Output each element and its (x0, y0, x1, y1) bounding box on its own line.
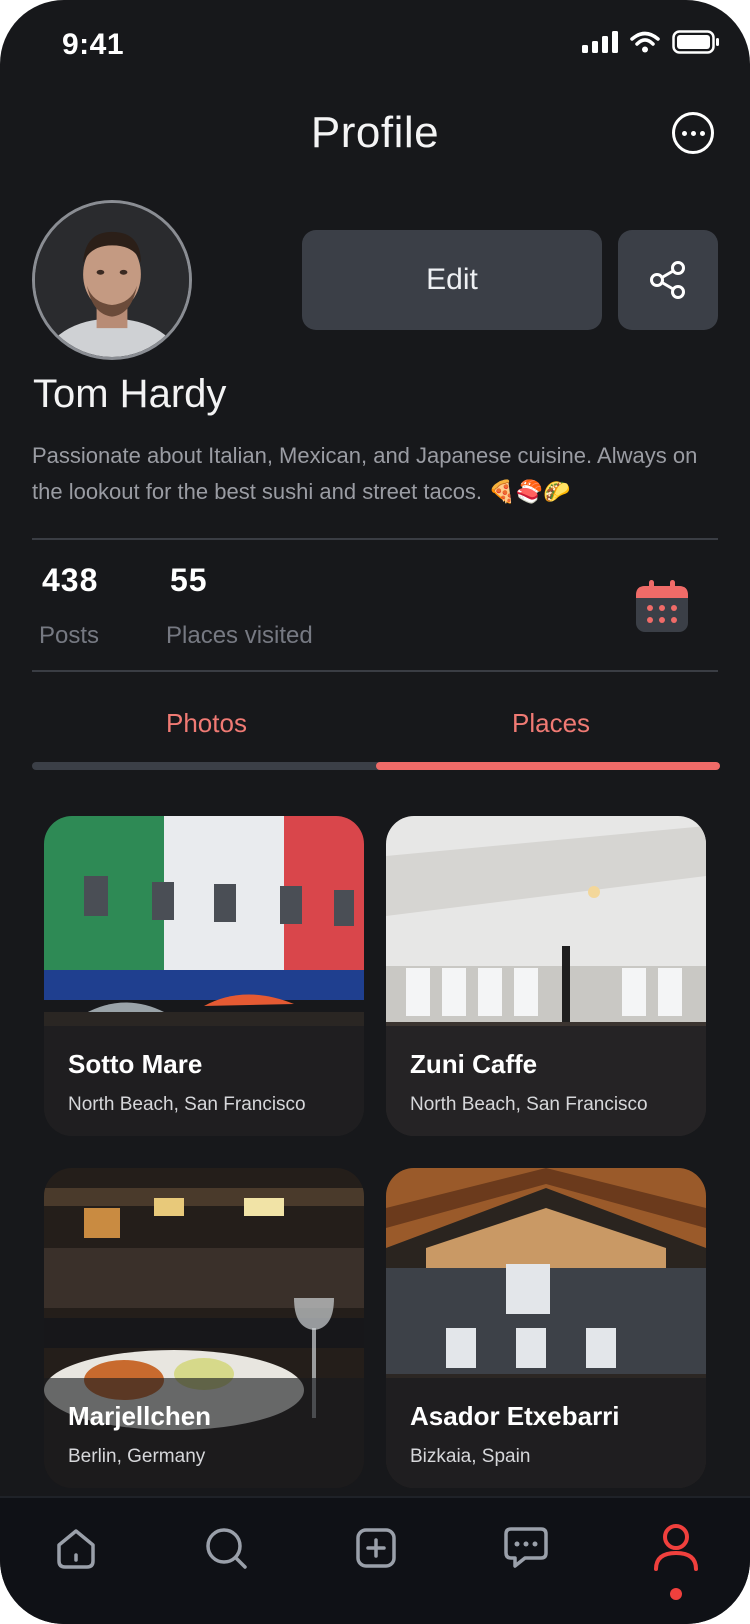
nav-home[interactable] (50, 1522, 102, 1574)
chat-icon (504, 1527, 548, 1568)
nav-profile[interactable] (650, 1522, 702, 1574)
more-icon (681, 130, 687, 136)
share-icon (650, 261, 685, 299)
battery-icon (672, 30, 719, 54)
wifi-icon (630, 31, 660, 53)
share-button[interactable] (618, 230, 718, 330)
places-visited-label: Places visited (166, 622, 313, 649)
profile-screen: 9:41 Profile Edit Tom Hardy Passionate a… (0, 0, 750, 1624)
tab-places[interactable]: Places (512, 708, 590, 739)
place-location: Bizkaia, Spain (410, 1446, 531, 1467)
calendar-icon (636, 580, 688, 632)
nav-search[interactable] (200, 1522, 252, 1574)
bottom-nav (0, 1496, 750, 1624)
card-overlay (44, 1026, 364, 1136)
home-icon (57, 1529, 95, 1569)
profile-icon (654, 1524, 698, 1571)
signal-icon (582, 31, 618, 53)
place-name: Sotto Mare (68, 1049, 203, 1079)
nav-messages[interactable] (500, 1522, 552, 1574)
calendar-button[interactable] (634, 580, 690, 634)
profile-bio: Passionate about Italian, Mexican, and J… (32, 443, 698, 504)
more-options-button[interactable] (672, 112, 714, 154)
posts-count: 438 (42, 562, 99, 598)
place-name: Marjellchen (68, 1401, 212, 1431)
place-card[interactable]: Asador Etxebarri Bizkaia, Spain (386, 1168, 706, 1488)
place-card[interactable]: Sotto Mare North Beach, San Francisco (44, 816, 364, 1136)
status-icons (582, 30, 720, 54)
card-overlay (386, 1026, 706, 1136)
places-visited-count: 55 (170, 562, 208, 598)
add-icon (356, 1528, 396, 1568)
place-location: Berlin, Germany (68, 1446, 206, 1467)
avatar[interactable] (32, 200, 192, 360)
status-time: 9:41 (62, 28, 125, 61)
nav-add[interactable] (350, 1522, 402, 1574)
place-card[interactable]: Marjellchen Berlin, Germany (44, 1168, 364, 1488)
avatar-portrait (35, 203, 189, 357)
place-location: North Beach, San Francisco (68, 1094, 306, 1115)
posts-label: Posts (39, 622, 100, 649)
place-name: Zuni Caffe (410, 1049, 538, 1079)
edit-profile-button[interactable]: Edit (302, 230, 602, 330)
nav-active-indicator (670, 1588, 682, 1600)
divider (32, 538, 718, 540)
place-card[interactable]: Zuni Caffe North Beach, San Francisco (386, 816, 706, 1136)
place-name: Asador Etxebarri (410, 1401, 620, 1431)
card-overlay (386, 1378, 706, 1488)
tab-active-indicator (376, 762, 720, 770)
page-title: Profile (310, 108, 440, 157)
card-overlay (44, 1378, 364, 1488)
search-icon (206, 1528, 247, 1569)
profile-name: Tom Hardy (33, 372, 227, 416)
tab-photos[interactable]: Photos (166, 708, 247, 739)
place-location: North Beach, San Francisco (410, 1094, 648, 1115)
divider (32, 670, 718, 672)
